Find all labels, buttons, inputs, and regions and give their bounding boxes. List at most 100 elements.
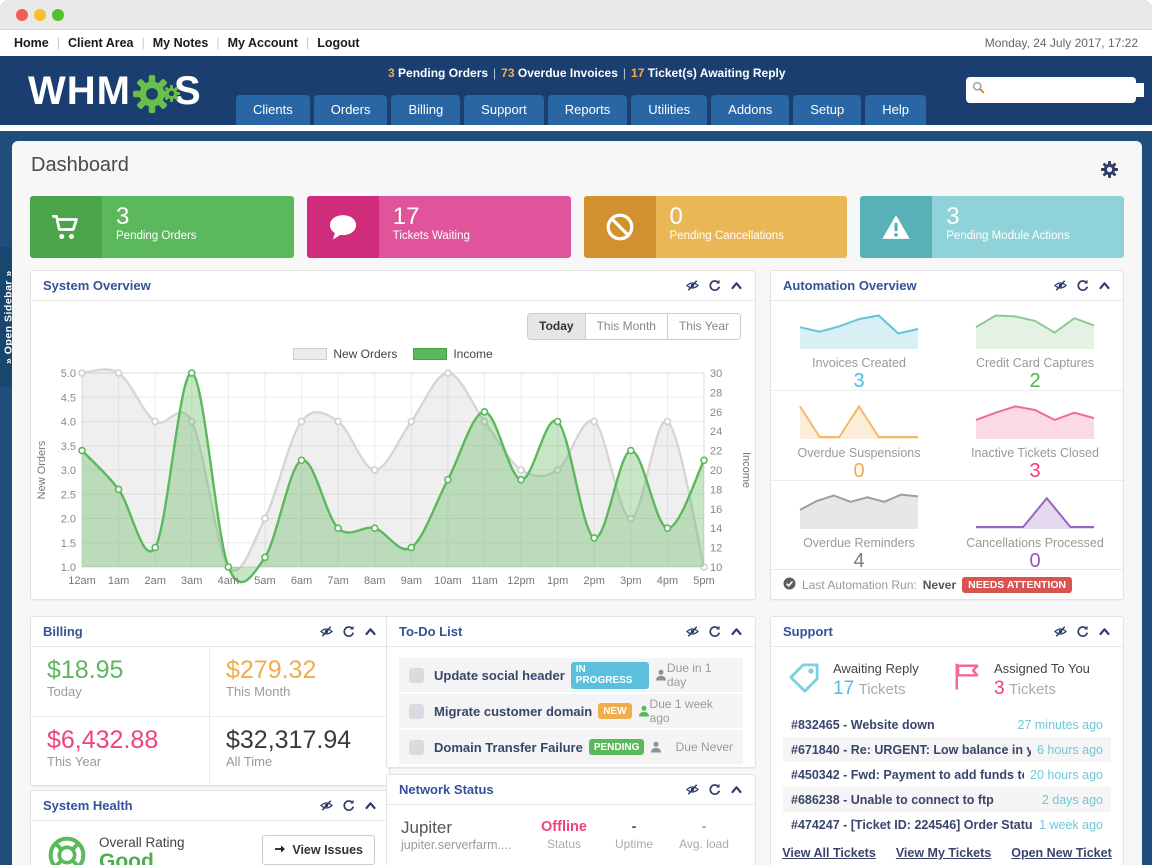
stat-card-pending-cancellations[interactable]: 0 Pending Cancellations	[584, 196, 848, 258]
ticket-row[interactable]: #450342 - Fwd: Payment to add funds to R…	[783, 762, 1111, 787]
collapse-panel-icon[interactable]	[1098, 625, 1111, 638]
ticket-row[interactable]: #474247 - [Ticket ID: 224546] Order Stat…	[783, 812, 1111, 837]
todo-checkbox[interactable]	[409, 704, 424, 719]
stat-value: 0	[670, 204, 848, 230]
minimize-window-button[interactable]	[34, 9, 46, 21]
support-link-view-my-tickets[interactable]: View My Tickets	[896, 846, 991, 860]
stat-label: Pending Cancellations	[670, 230, 848, 242]
panel-title: Billing	[43, 624, 83, 639]
ticket-row[interactable]: #671840 - Re: URGENT: Low balance in you…	[783, 737, 1111, 762]
refresh-panel-icon[interactable]	[708, 279, 721, 292]
nav-tab-billing[interactable]: Billing	[391, 95, 460, 125]
flag-icon	[952, 661, 982, 696]
collapse-panel-icon[interactable]	[730, 625, 743, 638]
todo-title: Update social header	[434, 668, 565, 683]
menubar-link-home[interactable]: Home	[14, 36, 49, 50]
svg-text:5.0: 5.0	[61, 368, 76, 380]
refresh-panel-icon[interactable]	[342, 799, 355, 812]
collapse-panel-icon[interactable]	[730, 783, 743, 796]
whmcs-logo[interactable]: WHM S	[28, 69, 202, 114]
nav-tab-support[interactable]: Support	[464, 95, 544, 125]
todo-title: Migrate customer domain	[434, 704, 592, 719]
close-window-button[interactable]	[16, 9, 28, 21]
dashboard-settings-gear-icon[interactable]	[1101, 161, 1118, 183]
svg-text:1.5: 1.5	[61, 538, 76, 550]
last-automation-run-value: Never	[923, 578, 956, 592]
svg-text:18: 18	[710, 484, 722, 496]
legend-item: Income	[413, 347, 492, 361]
sparkline-chart	[798, 488, 920, 530]
svg-text:7am: 7am	[327, 575, 348, 587]
billing-period-label: Today	[47, 684, 209, 699]
nav-tab-addons[interactable]: Addons	[711, 95, 789, 125]
support-link-view-all-tickets[interactable]: View All Tickets	[782, 846, 876, 860]
ban-icon	[584, 196, 656, 258]
search-box[interactable]	[966, 77, 1136, 103]
billing-cell-today: $18.95 Today	[31, 647, 210, 717]
todo-item[interactable]: Migrate customer domain NEW Due 1 week a…	[399, 694, 743, 730]
refresh-panel-icon[interactable]	[342, 625, 355, 638]
server-row[interactable]: Jupiter jupiter.serverfarm.... Offline S…	[387, 805, 755, 865]
collapse-panel-icon[interactable]	[364, 799, 377, 812]
nav-tab-setup[interactable]: Setup	[793, 95, 861, 125]
svg-text:12: 12	[710, 543, 722, 555]
todo-item[interactable]: Domain Transfer Failure PENDING Due Neve…	[399, 730, 743, 766]
menubar-link-client-area[interactable]: Client Area	[68, 36, 134, 50]
hide-panel-icon[interactable]	[320, 799, 333, 812]
chart-toggle-this-year[interactable]: This Year	[667, 314, 740, 339]
refresh-panel-icon[interactable]	[1076, 279, 1089, 292]
todo-checkbox[interactable]	[409, 668, 424, 683]
legend-item: New Orders	[293, 347, 397, 361]
nav-tab-orders[interactable]: Orders	[314, 95, 388, 125]
billing-cell-all-time: $32,317.94 All Time	[210, 717, 389, 787]
hide-panel-icon[interactable]	[686, 279, 699, 292]
person-icon	[650, 741, 662, 753]
refresh-panel-icon[interactable]	[708, 783, 721, 796]
content-card: Dashboard 3 Pending Orders 17 Tickets Wa…	[12, 141, 1142, 865]
chart-toggle-this-month[interactable]: This Month	[585, 314, 667, 339]
menubar-link-my-notes[interactable]: My Notes	[153, 36, 209, 50]
collapse-panel-icon[interactable]	[730, 279, 743, 292]
refresh-panel-icon[interactable]	[708, 625, 721, 638]
stat-card-pending-module-actions[interactable]: 3 Pending Module Actions	[860, 196, 1124, 258]
stat-value: 3	[116, 204, 294, 230]
tile-label: Overdue Reminders	[771, 536, 947, 550]
hide-panel-icon[interactable]	[1054, 279, 1067, 292]
network-col-status: Offline Status	[529, 819, 599, 851]
hide-panel-icon[interactable]	[320, 625, 333, 638]
nav-tab-reports[interactable]: Reports	[548, 95, 628, 125]
svg-text:5pm: 5pm	[693, 575, 714, 587]
ticket-row[interactable]: #832465 - Website down 27 minutes ago	[783, 712, 1111, 737]
menubar-link-my-account[interactable]: My Account	[228, 36, 298, 50]
view-issues-button[interactable]: View Issues	[262, 835, 375, 865]
support-link-open-new-ticket[interactable]: Open New Ticket	[1011, 846, 1112, 860]
ticket-row[interactable]: #686238 - Unable to connect to ftp 2 day…	[783, 787, 1111, 812]
collapse-panel-icon[interactable]	[364, 625, 377, 638]
refresh-panel-icon[interactable]	[1076, 625, 1089, 638]
hide-panel-icon[interactable]	[1054, 625, 1067, 638]
header-alerts[interactable]: 3 Pending Orders|73 Overdue Invoices|17 …	[388, 66, 786, 80]
automation-tile-inactive-tickets-closed: Inactive Tickets Closed 3	[947, 391, 1123, 481]
needs-attention-badge: NEEDS ATTENTION	[962, 577, 1072, 593]
zoom-window-button[interactable]	[52, 9, 64, 21]
nav-tab-help[interactable]: Help	[865, 95, 926, 125]
chart-toggle-today[interactable]: Today	[528, 314, 584, 339]
ticket-title: #671840 - Re: URGENT: Low balance in you…	[791, 743, 1031, 757]
todo-title: Domain Transfer Failure	[434, 740, 583, 755]
svg-text:14: 14	[710, 523, 722, 535]
person-icon	[638, 705, 650, 717]
hide-panel-icon[interactable]	[686, 783, 699, 796]
search-input[interactable]	[989, 83, 1144, 97]
collapse-panel-icon[interactable]	[1098, 279, 1111, 292]
stat-card-tickets-waiting[interactable]: 17 Tickets Waiting	[307, 196, 571, 258]
todo-checkbox[interactable]	[409, 740, 424, 755]
automation-tile-invoices-created: Invoices Created 3	[771, 301, 947, 391]
nav-tab-clients[interactable]: Clients	[236, 95, 310, 125]
todo-item[interactable]: Update social header IN PROGRESS Due in …	[399, 658, 743, 694]
tile-label: Invoices Created	[771, 356, 947, 370]
menubar-link-logout[interactable]: Logout	[317, 36, 359, 50]
hide-panel-icon[interactable]	[686, 625, 699, 638]
nav-tab-utilities[interactable]: Utilities	[631, 95, 707, 125]
stat-card-pending-orders[interactable]: 3 Pending Orders	[30, 196, 294, 258]
logo-small-gear-icon	[163, 67, 180, 112]
